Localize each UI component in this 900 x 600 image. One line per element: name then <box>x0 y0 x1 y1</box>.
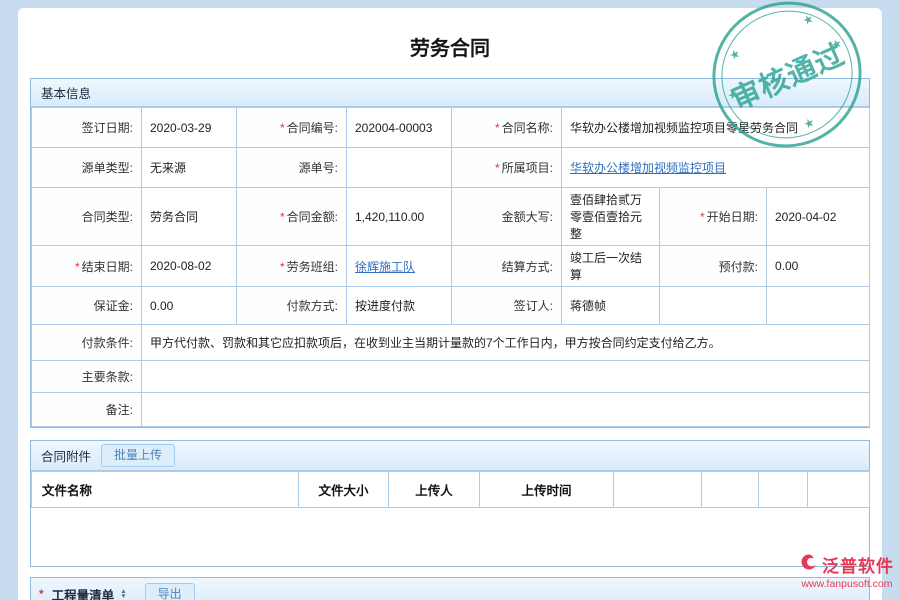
prepayment-label: 预付款: <box>660 246 767 287</box>
attachments-empty-area <box>31 508 869 566</box>
attachments-title: 合同附件 <box>41 446 91 465</box>
required-mark: * <box>280 121 285 135</box>
contract-type-value: 劳务合同 <box>142 188 237 246</box>
payment-method-label: 付款方式: <box>237 287 347 325</box>
col-empty <box>702 472 759 508</box>
labor-team-link[interactable]: 徐辉施工队 <box>355 260 415 274</box>
payment-terms-value: 甲方代付款、罚款和其它应扣款项后，在收到业主当期计量款的7个工作日内，甲方按合同… <box>142 325 870 361</box>
empty-cell <box>660 287 767 325</box>
main-clauses-label: 主要条款: <box>32 361 142 393</box>
attachments-table: 文件名称 文件大小 上传人 上传时间 <box>31 471 870 508</box>
contract-name-value: 华软办公楼增加视频监控项目零星劳务合同 <box>562 108 870 148</box>
source-type-label: 源单类型: <box>32 148 142 188</box>
basic-info-title: 基本信息 <box>41 83 91 102</box>
amount-label: *合同金额: <box>237 188 347 246</box>
boq-title: 工程量清单 <box>52 585 115 600</box>
attachments-section: 合同附件 批量上传 文件名称 文件大小 上传人 上传时间 <box>30 440 870 567</box>
settlement-method-label: 结算方式: <box>452 246 562 287</box>
amount-in-words-value: 壹佰肆拾贰万零壹佰壹拾元整 <box>562 188 660 246</box>
contract-name-label: *合同名称: <box>452 108 562 148</box>
remarks-label: 备注: <box>32 393 142 427</box>
signer-label: 签订人: <box>452 287 562 325</box>
brand-url: www.fanpusoft.com <box>800 578 894 590</box>
required-mark: * <box>280 260 285 274</box>
attachments-header: 合同附件 批量上传 <box>31 441 869 471</box>
sort-down-icon: ▼ <box>120 594 126 599</box>
settlement-method-value: 竣工后一次结算 <box>562 246 660 287</box>
labor-team-label: *劳务班组: <box>237 246 347 287</box>
remarks-value <box>142 393 870 427</box>
start-date-value: 2020-04-02 <box>767 188 870 246</box>
source-no-label: 源单号: <box>237 148 347 188</box>
deposit-value: 0.00 <box>142 287 237 325</box>
required-mark: * <box>280 210 285 224</box>
basic-info-section: 基本信息 签订日期: 2020-03-29 *合同编号: 202004-0000… <box>30 78 870 428</box>
sort-icon[interactable]: ▲ ▼ <box>120 589 126 599</box>
empty-cell <box>767 287 870 325</box>
amount-value: 1,420,110.00 <box>347 188 452 246</box>
end-date-value: 2020-08-02 <box>142 246 237 287</box>
export-button[interactable]: 导出 <box>145 583 195 600</box>
contract-no-value: 202004-00003 <box>347 108 452 148</box>
contract-no-label: *合同编号: <box>237 108 347 148</box>
labor-team-value: 徐辉施工队 <box>347 246 452 287</box>
col-empty <box>614 472 702 508</box>
fanpu-logo: 泛普软件 www.fanpusoft.com <box>800 552 894 590</box>
basic-info-header: 基本信息 <box>31 79 869 107</box>
payment-terms-label: 付款条件: <box>32 325 142 361</box>
amount-in-words-label: 金额大写: <box>452 188 562 246</box>
sign-date-label: 签订日期: <box>32 108 142 148</box>
col-file-size: 文件大小 <box>299 472 389 508</box>
payment-method-value: 按进度付款 <box>347 287 452 325</box>
sign-date-value: 2020-03-29 <box>142 108 237 148</box>
basic-info-table: 签订日期: 2020-03-29 *合同编号: 202004-00003 *合同… <box>31 107 870 427</box>
project-value: 华软办公楼增加视频监控项目 <box>562 148 870 188</box>
boq-bar: * 工程量清单 ▲ ▼ 导出 <box>30 577 870 600</box>
source-type-value: 无来源 <box>142 148 237 188</box>
col-empty <box>759 472 808 508</box>
main-clauses-value <box>142 361 870 393</box>
deposit-label: 保证金: <box>32 287 142 325</box>
end-date-label: *结束日期: <box>32 246 142 287</box>
signer-value: 蒋德帧 <box>562 287 660 325</box>
fanpu-logo-icon <box>800 553 818 576</box>
col-file-name: 文件名称 <box>32 472 299 508</box>
required-mark: * <box>75 260 80 274</box>
col-empty <box>808 472 870 508</box>
col-uploader: 上传人 <box>389 472 480 508</box>
required-mark: * <box>39 587 44 600</box>
project-label: *所属项目: <box>452 148 562 188</box>
required-mark: * <box>495 121 500 135</box>
prepayment-value: 0.00 <box>767 246 870 287</box>
source-no-value <box>347 148 452 188</box>
required-mark: * <box>700 210 705 224</box>
col-upload-time: 上传时间 <box>480 472 614 508</box>
page-title: 劳务合同 <box>18 8 882 70</box>
required-mark: * <box>495 161 500 175</box>
content-panel: 劳务合同 基本信息 签订日期: 2020-03-29 *合同编号: 202004… <box>18 8 882 600</box>
brand-name: 泛普软件 <box>822 552 894 577</box>
project-link[interactable]: 华软办公楼增加视频监控项目 <box>570 161 726 175</box>
contract-type-label: 合同类型: <box>32 188 142 246</box>
batch-upload-button[interactable]: 批量上传 <box>101 444 175 466</box>
start-date-label: *开始日期: <box>660 188 767 246</box>
